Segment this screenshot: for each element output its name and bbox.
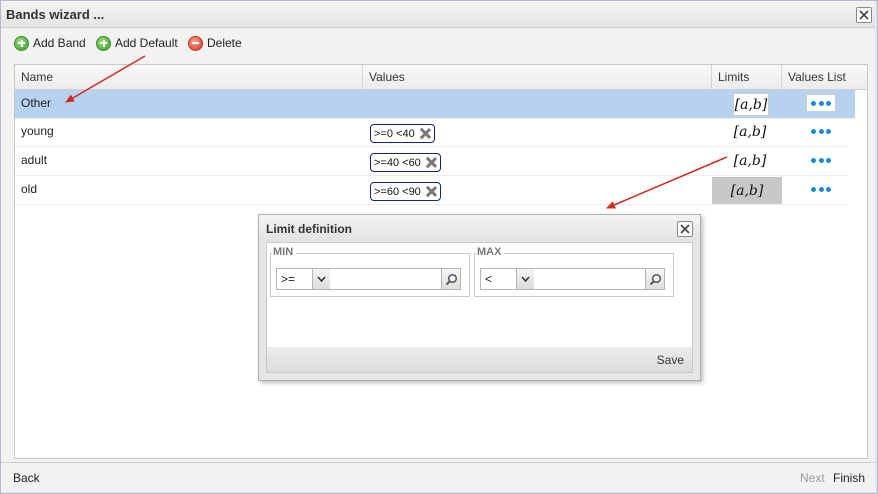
limits-button[interactable]: [a,b] [731,120,769,143]
dot [810,128,816,134]
grid-header: Name Values Limits Values List [15,65,867,90]
close-icon [680,224,690,234]
remove-tag-icon[interactable] [426,157,437,168]
dot [818,186,824,192]
search-icon [445,273,457,285]
band-name: adult [21,153,48,167]
values-list-button[interactable] [806,94,836,112]
chevron-down-icon[interactable] [516,269,534,289]
values-list-button[interactable] [806,122,836,140]
limits-button[interactable]: [a,b] [733,93,769,116]
next-button[interactable]: Next [800,471,825,485]
add-band-label: Add Band [33,36,86,50]
dot [818,157,824,163]
max-operator-select[interactable]: < [480,268,535,290]
delete-icon [188,35,203,51]
max-value-input[interactable] [534,268,646,290]
dot [826,186,832,192]
min-fieldset: MIN >= [270,246,470,297]
value-tag-label: >=40 <60 [374,156,421,169]
column-header-values-list[interactable]: Values List [782,65,853,89]
chevron-down-icon[interactable] [312,269,330,289]
dialog-titlebar: Limit definition [259,215,700,241]
dialog-footer: Save [266,347,693,373]
min-legend: MIN [272,246,297,258]
remove-tag-icon[interactable] [426,186,437,197]
band-name: old [21,182,38,196]
dot [818,100,824,106]
max-operator-value: < [485,272,493,286]
max-fieldset: MAX < [474,246,674,297]
limits-button[interactable]: [a,b] [712,177,782,204]
delete-label: Delete [207,36,242,50]
add-default-button[interactable]: Add Default [96,35,178,51]
band-name: young [21,124,54,138]
toolbar: Add Band Add Default Delete [1,28,875,58]
table-row[interactable]: adult >=40 <60 [a,b] [15,147,848,176]
value-tag: >=40 <60 [370,153,441,172]
add-icon [14,35,29,51]
max-search-button[interactable] [645,268,665,290]
dot [826,100,832,106]
finish-button[interactable]: Finish [833,471,865,485]
dialog-title: Limit definition [266,222,352,236]
dot [810,157,816,163]
min-search-button[interactable] [441,268,461,290]
delete-button[interactable]: Delete [188,35,242,51]
column-header-values[interactable]: Values [363,65,712,89]
value-tag: >=60 <90 [370,182,441,201]
dialog-body: MIN >= MAX < [266,242,693,348]
band-name: Other [21,96,52,110]
search-icon [649,273,661,285]
remove-tag-icon[interactable] [420,128,431,139]
dot [818,128,824,134]
table-row[interactable]: old >=60 <90 [a,b] [15,176,848,205]
column-header-name[interactable]: Name [15,65,363,89]
wizard-footer: Back Next Finish [1,462,875,492]
value-tag: >=0 <40 [370,124,435,143]
window-titlebar: Bands wizard ... [1,1,875,28]
value-tag-label: >=60 <90 [374,185,421,198]
limits-button[interactable]: [a,b] [731,149,769,172]
dot [826,128,832,134]
min-operator-select[interactable]: >= [276,268,331,290]
dialog-close-button[interactable] [677,221,693,237]
max-legend: MAX [476,246,505,258]
save-button[interactable]: Save [657,353,684,367]
values-list-button[interactable] [806,180,836,198]
table-row[interactable]: Other [a,b] [15,90,855,119]
window-title: Bands wizard ... [6,7,105,22]
add-band-button[interactable]: Add Band [14,35,86,51]
dot [810,100,816,106]
dot [810,186,816,192]
back-button[interactable]: Back [13,471,40,485]
window-close-button[interactable] [856,7,872,23]
min-operator-value: >= [281,272,296,286]
dot [826,157,832,163]
add-default-label: Add Default [115,36,178,50]
close-icon [859,10,869,20]
add-icon [96,35,111,51]
min-value-input[interactable] [330,268,442,290]
column-header-limits[interactable]: Limits [712,65,782,89]
limit-definition-dialog: Limit definition MIN >= MAX < Save [258,214,701,381]
values-list-button[interactable] [806,151,836,169]
table-row[interactable]: young >=0 <40 [a,b] [15,118,848,147]
value-tag-label: >=0 <40 [374,127,415,140]
